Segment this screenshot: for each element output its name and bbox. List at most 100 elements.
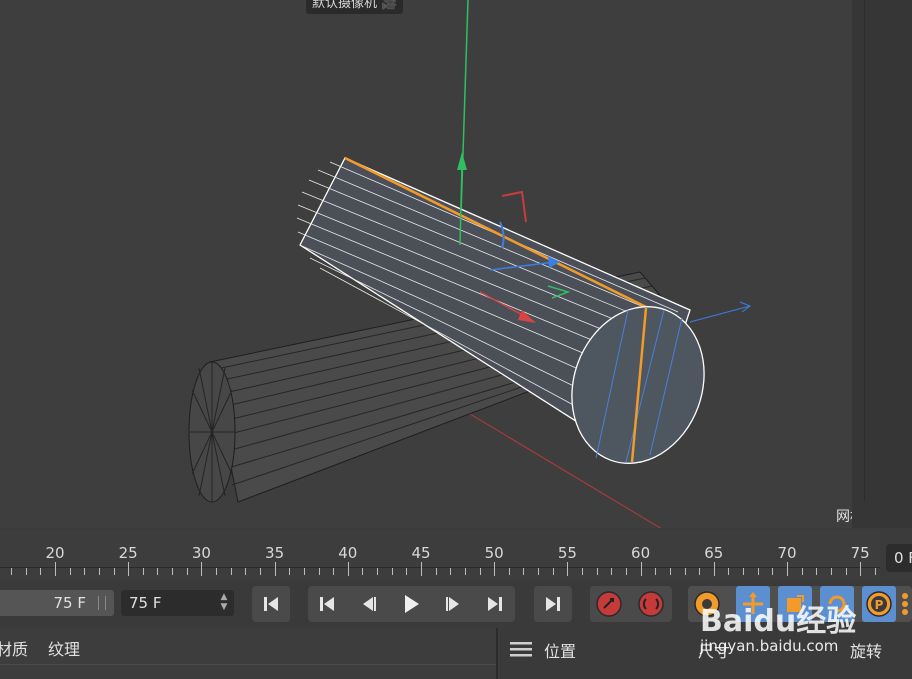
timeline-tick xyxy=(259,568,261,575)
timeline-tick xyxy=(128,562,130,576)
rotate-key-button[interactable] xyxy=(820,586,854,622)
timeline-tick xyxy=(377,568,379,575)
timeline-tick xyxy=(421,562,422,576)
previous-key-button[interactable] xyxy=(310,586,344,622)
timeline-tick xyxy=(801,568,803,575)
play-button[interactable] xyxy=(394,586,428,622)
go-to-start-icon xyxy=(320,597,334,611)
timeline-tick xyxy=(84,568,86,575)
go-to-start-button[interactable] xyxy=(254,586,288,622)
spinner-icon[interactable]: ▲ ▼ xyxy=(218,592,230,614)
timeline-tick xyxy=(757,568,759,575)
timeline-tick xyxy=(743,568,745,575)
timeline-tick xyxy=(567,562,569,576)
next-key-button[interactable] xyxy=(478,586,512,622)
keyframe-settings-button[interactable] xyxy=(690,586,724,622)
timeline-tick xyxy=(98,568,100,575)
drag-handle-icon[interactable] xyxy=(98,596,106,610)
timeline-tick xyxy=(25,568,27,575)
viewport-side-strip xyxy=(852,0,912,528)
timeline-tick xyxy=(142,568,144,575)
go-to-start-icon xyxy=(264,597,278,611)
record-button[interactable] xyxy=(592,586,626,622)
timeline-tick xyxy=(640,562,642,576)
tick-label: 20 xyxy=(45,544,65,562)
timeline-tick xyxy=(157,568,159,575)
step-forward-icon xyxy=(446,597,459,611)
move-key-button[interactable] xyxy=(736,586,770,622)
watermark-url: jingyan.baidu.com xyxy=(700,637,839,655)
timeline-tick xyxy=(464,568,466,575)
timeline-tick xyxy=(582,568,584,575)
timeline-tick xyxy=(69,568,71,575)
viewport-scene[interactable] xyxy=(0,0,852,528)
end-frame-value: 75 F xyxy=(129,594,162,612)
camera-icon: 🎥 xyxy=(381,0,398,11)
timeline-tick xyxy=(830,568,832,575)
timeline-tick xyxy=(201,562,203,576)
timeline-tick xyxy=(274,562,276,576)
timeline-tick xyxy=(303,568,305,575)
timeline-tick xyxy=(816,568,818,575)
timeline-tick xyxy=(596,568,598,575)
timeline-tick xyxy=(391,568,393,575)
timeline-tick xyxy=(728,568,730,575)
timeline-tick xyxy=(787,562,788,576)
timeline-ruler[interactable]: 20 25 30 35 40 45 50 55 60 65 70 75 xyxy=(0,530,880,580)
timeline-tick xyxy=(860,562,862,576)
timeline-tick xyxy=(11,568,13,575)
hamburger-menu-icon[interactable] xyxy=(510,640,532,658)
step-back-button[interactable] xyxy=(352,586,386,622)
timeline-tick xyxy=(523,568,525,575)
tick-label: 45 xyxy=(411,544,431,562)
timeline-tick xyxy=(625,568,627,575)
timeline-tick xyxy=(230,568,232,575)
start-frame-field[interactable]: 75 F xyxy=(0,590,114,616)
timeline-tick xyxy=(318,568,320,575)
more-options-button[interactable] xyxy=(898,586,912,622)
end-frame-field[interactable]: 75 F ▲ ▼ xyxy=(121,590,234,616)
camera-label-text: 默认摄像机 xyxy=(312,0,378,11)
timeline-tick xyxy=(362,568,364,575)
tick-label: 35 xyxy=(265,544,285,562)
timeline-tick xyxy=(538,568,540,575)
timeline-tick xyxy=(435,568,437,575)
timeline-tick xyxy=(508,568,510,575)
scale-key-icon xyxy=(787,595,804,612)
dots-icon xyxy=(902,593,908,615)
timeline-tick xyxy=(347,562,349,576)
timeline-tick xyxy=(406,568,408,575)
auto-key-button[interactable] xyxy=(634,586,668,622)
timeline-tick xyxy=(552,568,554,575)
tick-label: 75 xyxy=(850,544,870,562)
camera-label[interactable]: 默认摄像机 🎥 xyxy=(306,0,404,14)
step-back-icon xyxy=(363,597,376,611)
step-forward-button[interactable] xyxy=(436,586,470,622)
start-frame-value: 75 F xyxy=(53,594,86,612)
tick-label: 30 xyxy=(191,544,211,562)
tick-label: 70 xyxy=(777,544,797,562)
tab-texture[interactable]: 纹理 xyxy=(48,636,80,660)
current-frame-field[interactable]: 0 F xyxy=(886,544,912,572)
material-panel: 材质 纹理 xyxy=(0,628,498,679)
tab-material[interactable]: 材质 xyxy=(0,636,28,660)
go-to-end-button[interactable] xyxy=(536,586,570,622)
svg-text:P: P xyxy=(875,598,884,612)
param-key-button[interactable]: P xyxy=(862,586,896,622)
move-key-icon xyxy=(743,592,763,614)
timeline-tick xyxy=(684,568,686,575)
auto-key-icon xyxy=(638,591,664,617)
3d-viewport[interactable]: 默认摄像机 🎥 网格间距： xyxy=(0,0,852,528)
timeline-tick xyxy=(289,568,291,575)
play-icon xyxy=(405,595,419,613)
timeline-tick xyxy=(450,568,452,575)
timeline-tick xyxy=(611,568,613,575)
timeline-tick xyxy=(333,568,335,575)
timeline-tick xyxy=(655,568,657,575)
scale-key-button[interactable] xyxy=(778,586,812,622)
timeline-tick xyxy=(55,562,56,576)
timeline-tick xyxy=(669,568,671,575)
tick-label: 40 xyxy=(338,544,358,562)
go-to-end-icon xyxy=(546,597,560,611)
timeline-tick xyxy=(113,568,115,575)
